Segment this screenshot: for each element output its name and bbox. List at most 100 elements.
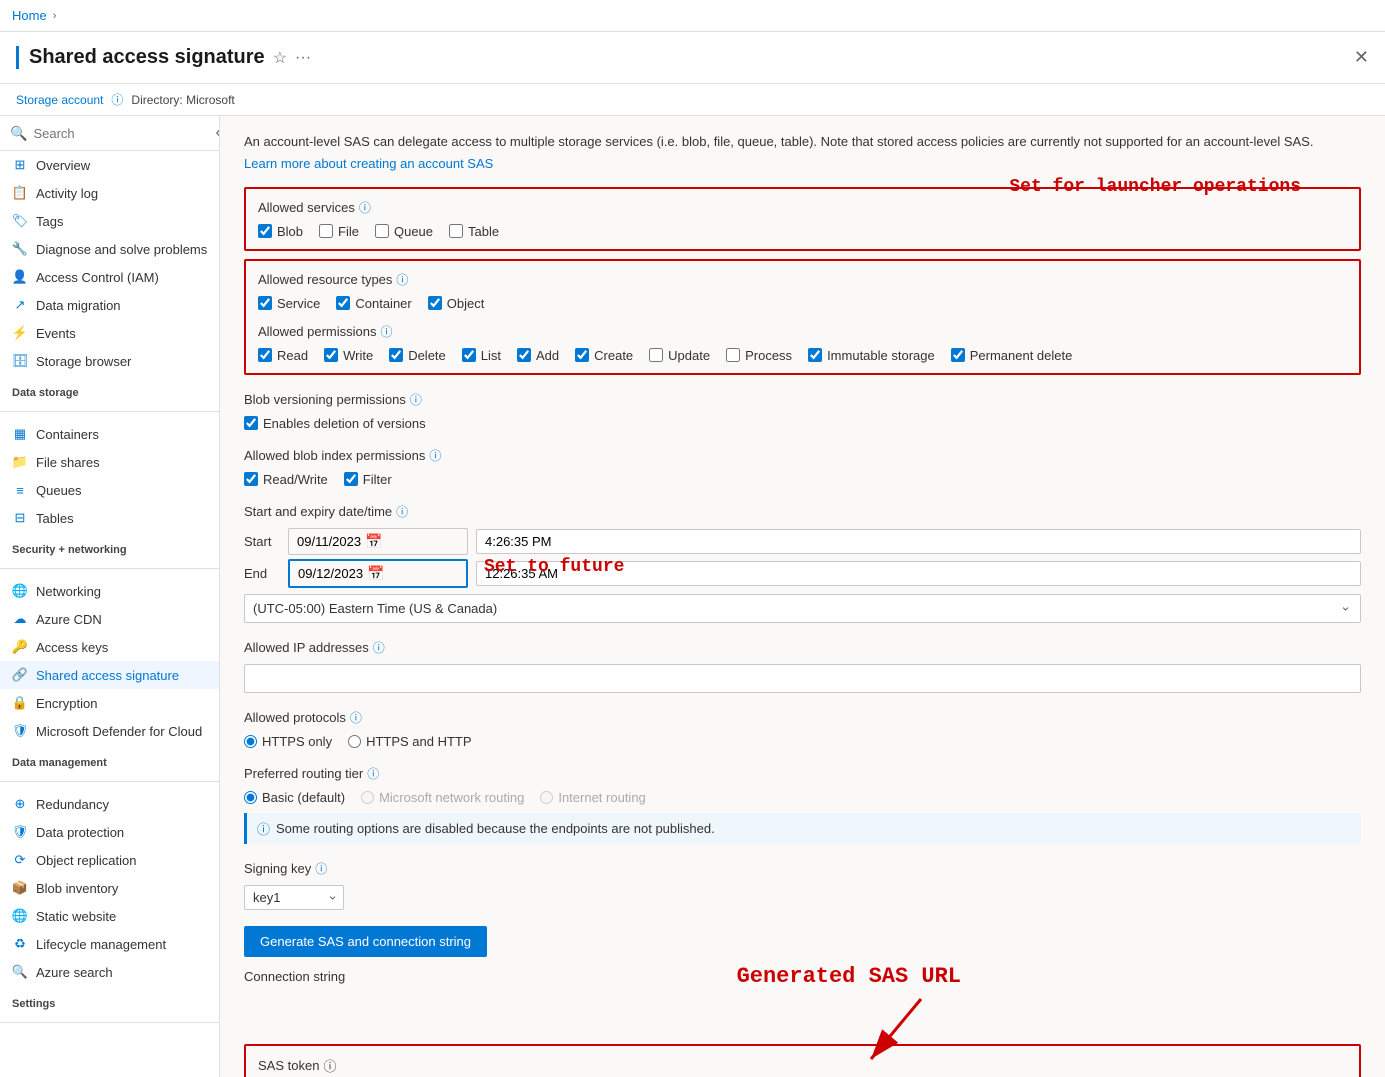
index-readwrite[interactable]: Read/Write <box>244 472 328 487</box>
sidebar-item-queues[interactable]: ≡ Queues <box>0 476 219 504</box>
protocol-https[interactable]: HTTPS only <box>244 734 332 749</box>
add-checkbox[interactable] <box>517 348 531 362</box>
learn-more-link[interactable]: Learn more about creating an account SAS <box>244 156 493 171</box>
https-radio[interactable] <box>244 735 257 748</box>
sidebar-item-sas[interactable]: 🔗 Shared access signature <box>0 661 219 689</box>
perm-delete[interactable]: Delete <box>389 348 446 363</box>
close-icon[interactable]: ✕ <box>1354 47 1369 68</box>
routing-help-icon[interactable]: ⓘ <box>367 765 379 782</box>
sidebar-item-redundancy[interactable]: ⊕ Redundancy <box>0 790 219 818</box>
perm-list[interactable]: List <box>462 348 501 363</box>
resource-service[interactable]: Service <box>258 296 320 311</box>
sidebar-item-networking[interactable]: 🌐 Networking <box>0 577 219 605</box>
end-cal-icon[interactable]: 📅 <box>367 565 384 582</box>
sidebar-item-data-protection[interactable]: 🛡 Data protection <box>0 818 219 846</box>
perm-write[interactable]: Write <box>324 348 373 363</box>
filter-checkbox[interactable] <box>344 472 358 486</box>
perm-update[interactable]: Update <box>649 348 710 363</box>
protocols-help-icon[interactable]: ⓘ <box>350 709 362 726</box>
https-http-radio[interactable] <box>348 735 361 748</box>
perm-process[interactable]: Process <box>726 348 792 363</box>
immutable-checkbox[interactable] <box>808 348 822 362</box>
start-date-input[interactable]: 09/11/2023 📅 <box>288 528 468 555</box>
protocol-https-http[interactable]: HTTPS and HTTP <box>348 734 471 749</box>
queue-checkbox[interactable] <box>375 224 389 238</box>
sidebar-item-defender[interactable]: 🛡 Microsoft Defender for Cloud <box>0 717 219 745</box>
sidebar-item-tables[interactable]: ⊟ Tables <box>0 504 219 532</box>
storage-account-link[interactable]: Storage account <box>16 93 103 107</box>
process-checkbox[interactable] <box>726 348 740 362</box>
sidebar-item-containers[interactable]: ▦ Containers <box>0 420 219 448</box>
sidebar-item-azure-search[interactable]: 🔍 Azure search <box>0 958 219 986</box>
end-date-input[interactable]: 09/12/2023 📅 <box>288 559 468 588</box>
ip-help-icon[interactable]: ⓘ <box>373 639 385 656</box>
write-checkbox[interactable] <box>324 348 338 362</box>
list-checkbox[interactable] <box>462 348 476 362</box>
sidebar-item-storage-browser[interactable]: 🗄 Storage browser <box>0 347 219 375</box>
sidebar-item-file-shares[interactable]: 📁 File shares <box>0 448 219 476</box>
more-icon[interactable]: ··· <box>295 49 311 67</box>
sidebar-item-iam[interactable]: 👤 Access Control (IAM) <box>0 263 219 291</box>
sidebar-item-activity-log[interactable]: 📋 Activity log <box>0 179 219 207</box>
perm-create[interactable]: Create <box>575 348 633 363</box>
search-input[interactable] <box>33 126 209 141</box>
versioning-help-icon[interactable]: ⓘ <box>410 391 422 408</box>
resource-object[interactable]: Object <box>428 296 485 311</box>
perm-read[interactable]: Read <box>258 348 308 363</box>
service-blob[interactable]: Blob <box>258 224 303 239</box>
sidebar-item-events[interactable]: ⚡ Events <box>0 319 219 347</box>
perms-help-icon[interactable]: ⓘ <box>381 323 393 340</box>
service-table[interactable]: Table <box>449 224 499 239</box>
perm-add[interactable]: Add <box>517 348 559 363</box>
perm-immutable[interactable]: Immutable storage <box>808 348 935 363</box>
sidebar-item-data-migration[interactable]: ↗ Data migration <box>0 291 219 319</box>
delete-checkbox[interactable] <box>389 348 403 362</box>
sidebar-item-diagnose[interactable]: 🔧 Diagnose and solve problems <box>0 235 219 263</box>
service-queue[interactable]: Queue <box>375 224 433 239</box>
sidebar-item-encryption[interactable]: 🔒 Encryption <box>0 689 219 717</box>
resource-container[interactable]: Container <box>336 296 411 311</box>
sidebar-item-static-website[interactable]: 🌐 Static website <box>0 902 219 930</box>
container-checkbox[interactable] <box>336 296 350 310</box>
update-checkbox[interactable] <box>649 348 663 362</box>
datetime-help-icon[interactable]: ⓘ <box>396 503 408 520</box>
sidebar-item-lifecycle[interactable]: ♻ Lifecycle management <box>0 930 219 958</box>
resource-checkboxes: Service Container Object <box>258 296 1347 311</box>
home-link[interactable]: Home <box>12 8 47 23</box>
sidebar-item-tags[interactable]: 🏷 Tags <box>0 207 219 235</box>
read-checkbox[interactable] <box>258 348 272 362</box>
service-checkbox[interactable] <box>258 296 272 310</box>
sas-token-help-icon[interactable]: ⓘ <box>323 1056 336 1075</box>
basic-radio[interactable] <box>244 791 257 804</box>
signing-key-help-icon[interactable]: ⓘ <box>315 860 327 877</box>
permanent-delete-checkbox[interactable] <box>951 348 965 362</box>
services-help-icon[interactable]: ⓘ <box>359 199 371 216</box>
create-checkbox[interactable] <box>575 348 589 362</box>
signing-key-select[interactable]: key1 key2 <box>244 885 344 910</box>
versioning-option[interactable]: Enables deletion of versions <box>244 416 1361 431</box>
object-checkbox[interactable] <box>428 296 442 310</box>
sidebar-item-label: Azure CDN <box>36 612 102 627</box>
versioning-checkbox[interactable] <box>244 416 258 430</box>
file-checkbox[interactable] <box>319 224 333 238</box>
sidebar-item-blob-inventory[interactable]: 📦 Blob inventory <box>0 874 219 902</box>
index-filter[interactable]: Filter <box>344 472 392 487</box>
service-file[interactable]: File <box>319 224 359 239</box>
timezone-select[interactable]: (UTC-05:00) Eastern Time (US & Canada) <box>244 594 1361 623</box>
sidebar-item-overview[interactable]: ⊞ Overview <box>0 151 219 179</box>
table-checkbox[interactable] <box>449 224 463 238</box>
start-time-input[interactable] <box>476 529 1361 554</box>
blob-checkbox[interactable] <box>258 224 272 238</box>
sidebar-item-obj-replication[interactable]: ⟳ Object replication <box>0 846 219 874</box>
start-cal-icon[interactable]: 📅 <box>365 533 382 550</box>
perm-permanent-delete[interactable]: Permanent delete <box>951 348 1073 363</box>
blob-index-help-icon[interactable]: ⓘ <box>429 447 441 464</box>
star-icon[interactable]: ☆ <box>273 48 287 68</box>
routing-basic[interactable]: Basic (default) <box>244 790 345 805</box>
generate-sas-button[interactable]: Generate SAS and connection string <box>244 926 487 957</box>
sidebar-item-cdn[interactable]: ☁ Azure CDN <box>0 605 219 633</box>
sidebar-item-access-keys[interactable]: 🔑 Access keys <box>0 633 219 661</box>
allowed-ip-input[interactable] <box>244 664 1361 693</box>
resource-help-icon[interactable]: ⓘ <box>396 271 408 288</box>
readwrite-checkbox[interactable] <box>244 472 258 486</box>
